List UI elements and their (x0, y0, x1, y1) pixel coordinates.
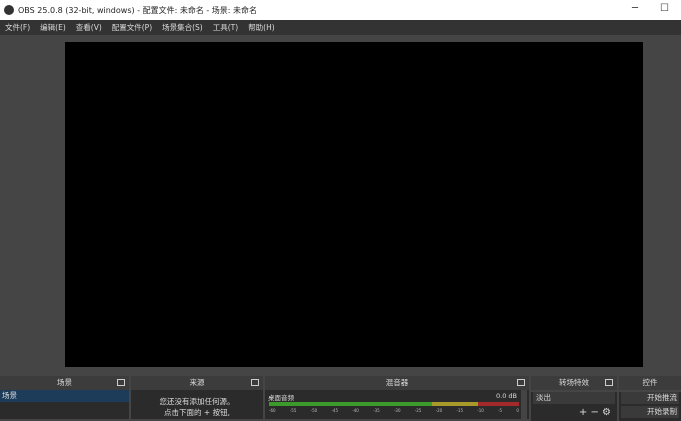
meter-tick: 0 (516, 408, 519, 413)
title-bar: OBS 25.0.8 (32-bit, windows) - 配置文件: 未命名… (0, 0, 681, 20)
scene-item[interactable]: 场景 (0, 390, 129, 402)
sources-hint-1: 您还没有添加任何源。 (159, 397, 235, 406)
menu-bar: 文件(F) 编辑(E) 查看(V) 配置文件(P) 场景集合(S) 工具(T) … (0, 20, 681, 35)
start-streaming-button[interactable]: 开始推流 (621, 392, 679, 404)
float-icon[interactable] (117, 379, 125, 386)
meter-tick: -20 (435, 408, 443, 413)
float-icon[interactable] (251, 379, 259, 386)
meter-tick: -50 (310, 408, 318, 413)
menu-profile[interactable]: 配置文件(P) (107, 22, 157, 33)
channel-name: 桌面音频 (268, 394, 294, 402)
meter-tick: -25 (414, 408, 422, 413)
scenes-title: 场景 (57, 378, 72, 387)
volume-meter (269, 402, 520, 406)
meter-tick: -35 (373, 408, 380, 413)
start-recording-button[interactable]: 开始录制 (621, 406, 679, 418)
meter-tick: -40 (352, 408, 359, 413)
mixer-title: 混音器 (385, 378, 409, 387)
controls-title: 控件 (642, 378, 658, 387)
gear-icon[interactable]: ⚙ (602, 407, 611, 418)
meter-ticks: -60 -55 -50 -45 -40 -35 -30 -25 -20 -15 -10 -5 0 (269, 408, 519, 413)
meter-tick: -60 (269, 408, 276, 413)
menu-tools[interactable]: 工具(T) (208, 22, 243, 33)
controls-dock: 控件 开始推流 开始录制 (619, 376, 681, 421)
window-title: OBS 25.0.8 (32-bit, windows) - 配置文件: 未命名… (18, 5, 258, 15)
meter-tick: -10 (477, 408, 484, 413)
menu-file[interactable]: 文件(F) (0, 22, 35, 33)
add-transition-button[interactable]: + (579, 407, 587, 418)
scenes-dock: 场景 场景 (0, 376, 129, 419)
obs-logo-icon (4, 5, 14, 15)
preview-canvas[interactable] (65, 42, 643, 367)
menu-scene-collection[interactable]: 场景集合(S) (157, 22, 208, 33)
channel-level: 0.0 dB (496, 392, 517, 400)
transitions-title: 转场特效 (559, 378, 589, 387)
menu-help[interactable]: 帮助(H) (243, 22, 280, 33)
menu-edit[interactable]: 编辑(E) (35, 22, 71, 33)
float-icon[interactable] (517, 379, 525, 386)
maximize-button[interactable]: ☐ (660, 3, 669, 14)
menu-view[interactable]: 查看(V) (71, 22, 107, 33)
sources-title: 来源 (189, 378, 205, 387)
remove-transition-button[interactable]: − (590, 407, 598, 418)
float-icon[interactable] (605, 379, 613, 386)
meter-tick: -5 (498, 408, 503, 413)
sources-hint-2: 点击下面的 + 按钮, (164, 408, 230, 417)
transition-select[interactable]: 淡出 (533, 392, 615, 404)
minimize-button[interactable]: ─ (632, 3, 638, 14)
transitions-dock: 转场特效 淡出 + − ⚙ (531, 376, 617, 421)
mixer-scrollbar[interactable] (521, 390, 527, 419)
meter-tick: -45 (331, 408, 339, 413)
meter-tick: -15 (456, 408, 463, 413)
sources-dock: 来源 您还没有添加任何源。 点击下面的 + 按钮, (131, 376, 263, 419)
mixer-dock: 混音器 桌面音频 0.0 dB -60 -55 -50 -45 -40 -35 -30 -25… (265, 376, 529, 419)
meter-tick: -55 (289, 408, 297, 413)
meter-tick: -30 (393, 408, 401, 413)
